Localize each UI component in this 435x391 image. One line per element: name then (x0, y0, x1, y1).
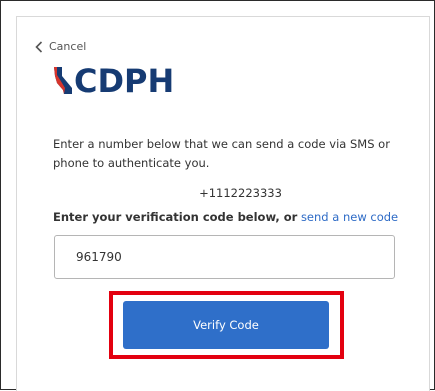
cancel-link[interactable]: Cancel (35, 40, 86, 53)
send-new-code-link[interactable]: send a new code (301, 210, 398, 224)
logo-text: CDPH (74, 62, 175, 100)
intro-text: Enter a number below that we can send a … (53, 137, 390, 170)
phone-number-row: +1112223333 (1, 186, 434, 200)
chevron-left-icon (35, 40, 43, 53)
cancel-label: Cancel (49, 40, 87, 53)
code-prompt: Enter your verification code below, or s… (53, 210, 398, 224)
screenshot-frame: Cancel CDPH Enter a number below that we… (0, 0, 435, 391)
verify-code-button[interactable]: Verify Code (123, 301, 329, 349)
cdph-logo: CDPH (53, 63, 174, 99)
verification-code-input[interactable] (54, 235, 395, 279)
phone-number: +1112223333 (199, 186, 282, 200)
code-prompt-text: Enter your verification code below, or (53, 210, 298, 224)
california-state-icon (54, 67, 72, 94)
